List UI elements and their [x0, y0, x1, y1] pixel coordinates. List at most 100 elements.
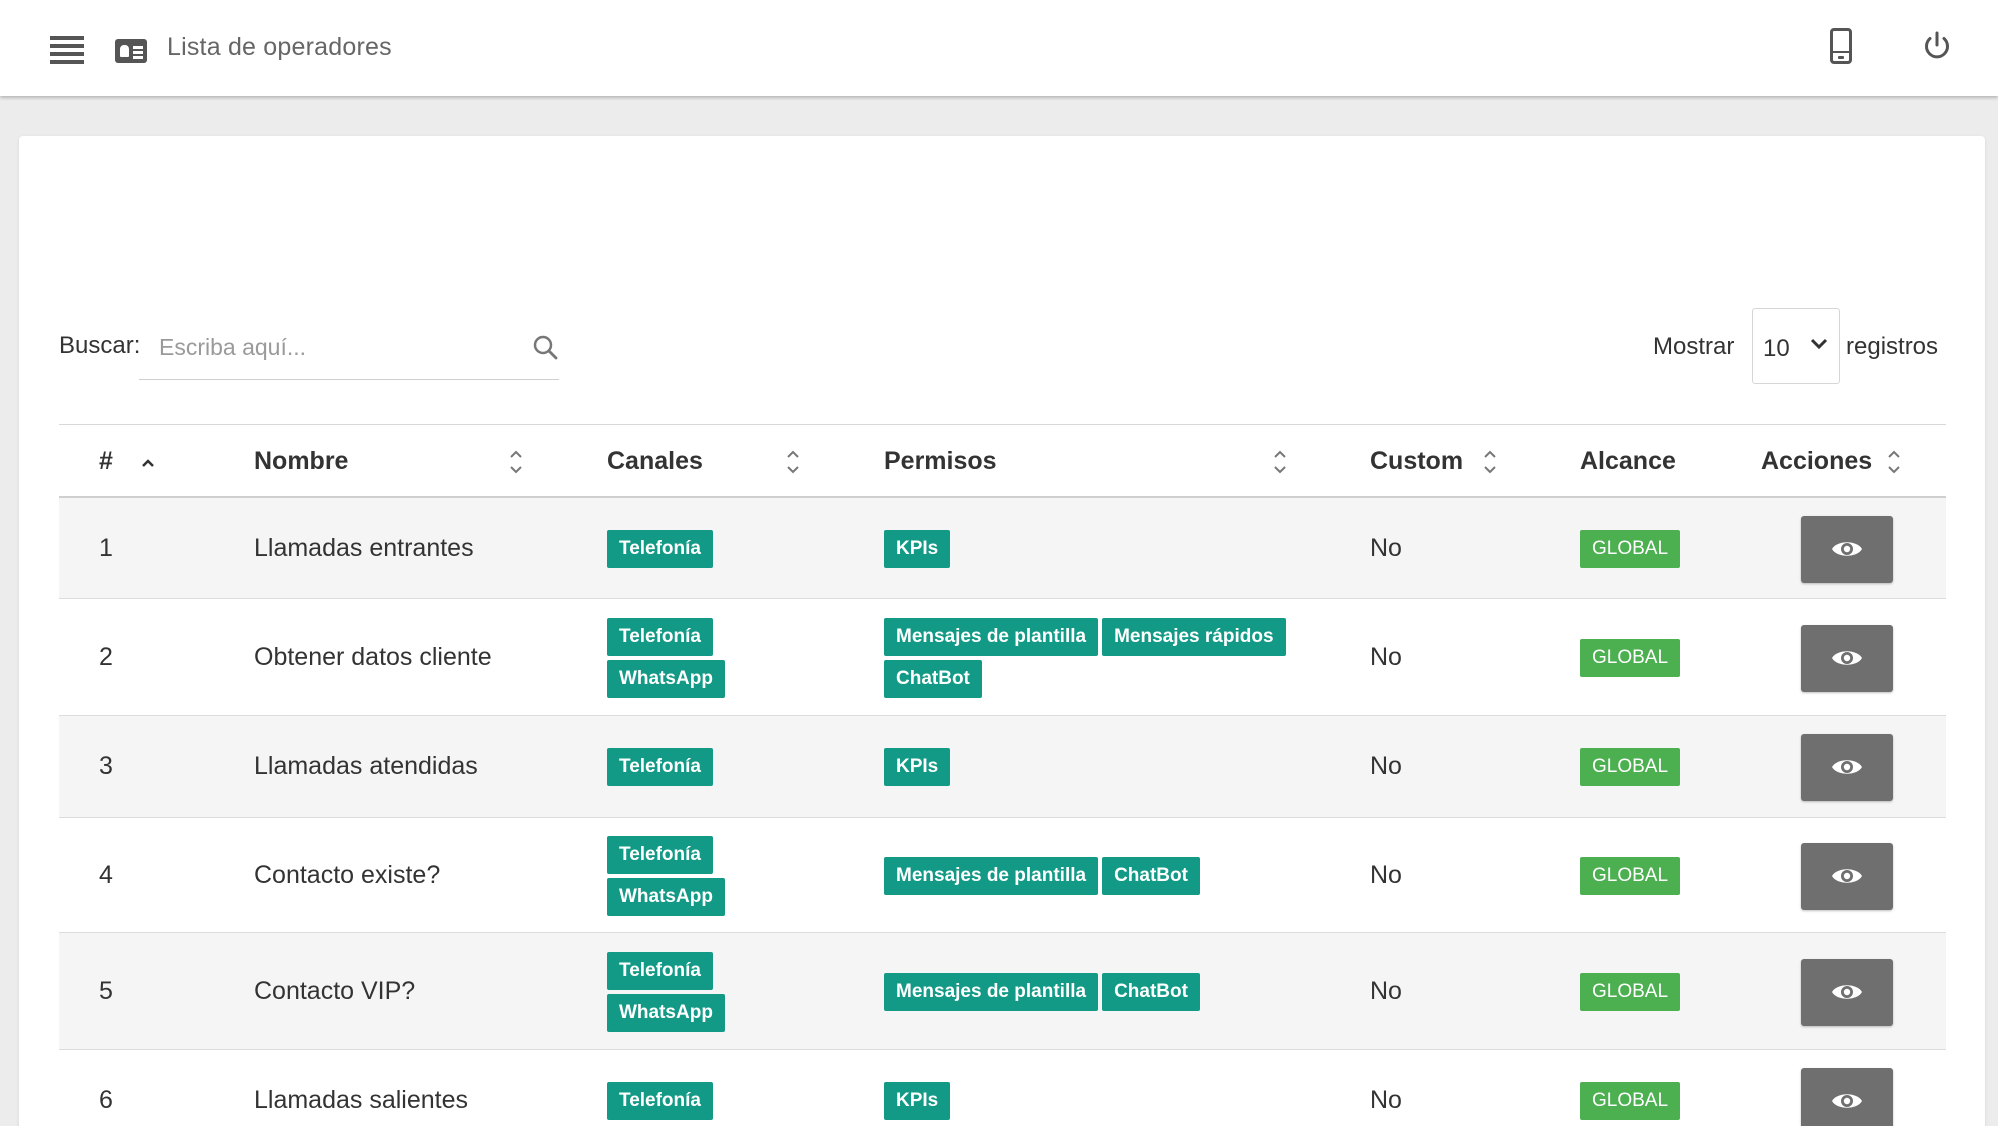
channel-badge: Telefonía — [607, 617, 713, 656]
top-bar: Lista de operadores — [0, 0, 1998, 96]
view-button[interactable] — [1801, 958, 1893, 1026]
table-body: 1 Llamadas entrantes Telefonía KPIs No GLOBAL… — [59, 498, 1946, 1126]
col-header-channels[interactable]: Canales — [607, 447, 703, 476]
channel-list: Telefonía WhatsApp — [607, 835, 827, 916]
power-icon[interactable] — [1921, 30, 1953, 62]
scope-badge: GLOBAL — [1580, 1081, 1681, 1120]
custom-value: No — [1370, 976, 1402, 1005]
permission-list: Mensajes de plantilla Mensajes rápidos Cha… — [884, 617, 1304, 698]
operator-name: Llamadas atendidas — [254, 752, 478, 780]
scope-badge: GLOBAL — [1580, 748, 1681, 786]
view-button[interactable] — [1801, 1067, 1893, 1126]
channel-badge: WhatsApp — [607, 659, 725, 698]
col-header-num[interactable]: # — [99, 447, 113, 476]
operator-name: Obtener datos cliente — [254, 642, 492, 671]
operator-name: Llamadas entrantes — [254, 533, 474, 562]
row-number: 5 — [99, 976, 113, 1005]
permission-badge: ChatBot — [1102, 972, 1200, 1011]
scope-badge: GLOBAL — [1580, 972, 1681, 1011]
col-header-scope: Alcance — [1580, 447, 1676, 475]
menu-icon[interactable] — [50, 36, 84, 64]
eye-icon — [1832, 868, 1862, 883]
sort-icon[interactable] — [507, 447, 525, 477]
eye-icon — [1832, 541, 1862, 556]
mobile-phone-icon[interactable] — [1830, 28, 1852, 64]
sort-icon[interactable] — [784, 447, 802, 477]
eye-icon — [1832, 984, 1862, 999]
col-header-actions[interactable]: Acciones — [1761, 447, 1872, 476]
permission-badge: Mensajes rápidos — [1102, 617, 1286, 656]
permission-badge: ChatBot — [1102, 856, 1200, 895]
col-header-name[interactable]: Nombre — [254, 447, 348, 476]
sort-icon[interactable] — [1885, 447, 1903, 477]
scope-badge: GLOBAL — [1580, 856, 1681, 895]
eye-icon — [1832, 760, 1862, 774]
row-number: 3 — [99, 752, 113, 780]
sort-asc-icon[interactable] — [139, 447, 157, 477]
sort-icon[interactable] — [1271, 447, 1289, 477]
channel-badge: Telefonía — [607, 1081, 713, 1120]
table-row: 1 Llamadas entrantes Telefonía KPIs No GLOBAL — [59, 498, 1946, 599]
custom-value: No — [1370, 1085, 1402, 1114]
row-number: 1 — [99, 533, 113, 562]
page-title: Lista de operadores — [167, 33, 392, 61]
page-size-value: 10 — [1763, 335, 1790, 362]
sort-icon[interactable] — [1481, 447, 1499, 477]
permission-badge: ChatBot — [884, 659, 982, 698]
channel-badge: Telefonía — [607, 951, 713, 990]
permission-badge: KPIs — [884, 529, 951, 568]
col-header-permissions[interactable]: Permisos — [884, 447, 997, 476]
channel-list: Telefonía WhatsApp — [607, 617, 827, 698]
view-button[interactable] — [1801, 624, 1893, 692]
eye-icon — [1832, 1093, 1862, 1108]
permission-list: KPIs — [884, 529, 1304, 568]
search-icon[interactable] — [532, 334, 560, 362]
permission-list: Mensajes de plantilla ChatBot — [884, 972, 1304, 1011]
search-input[interactable] — [159, 330, 499, 364]
show-label: Mostrar — [1653, 333, 1735, 360]
row-number: 2 — [99, 642, 113, 671]
operators-card: Buscar: Mostrar 10 registros # Nombre Ca… — [19, 136, 1985, 1126]
records-label: registros — [1846, 333, 1939, 360]
operator-name: Contacto VIP? — [254, 976, 416, 1005]
search-label: Buscar: — [59, 332, 141, 359]
search-box — [139, 312, 559, 380]
chevron-down-icon — [1810, 338, 1828, 350]
channel-list: Telefonía — [607, 748, 827, 786]
permission-list: KPIs — [884, 748, 1304, 786]
table-header: # Nombre Canales Permisos Custom Alcance… — [59, 424, 1946, 498]
permission-badge: KPIs — [884, 1081, 951, 1120]
row-number: 6 — [99, 1085, 113, 1114]
channel-badge: Telefonía — [607, 835, 713, 874]
custom-value: No — [1370, 642, 1402, 671]
custom-value: No — [1370, 533, 1402, 562]
channel-badge: WhatsApp — [607, 993, 725, 1032]
channel-badge: WhatsApp — [607, 877, 725, 916]
table-row: 5 Contacto VIP? Telefonía WhatsApp Mensajes … — [59, 933, 1946, 1050]
view-button[interactable] — [1801, 842, 1893, 910]
view-button[interactable] — [1801, 734, 1893, 801]
id-card-icon — [115, 39, 147, 63]
operators-table: # Nombre Canales Permisos Custom Alcance… — [59, 424, 1946, 1126]
permission-badge: KPIs — [884, 748, 951, 786]
channel-list: Telefonía — [607, 529, 827, 568]
permission-badge: Mensajes de plantilla — [884, 972, 1099, 1011]
scope-badge: GLOBAL — [1580, 638, 1681, 677]
row-number: 4 — [99, 860, 113, 889]
channel-list: Telefonía — [607, 1081, 827, 1120]
page-size-select[interactable]: 10 — [1752, 308, 1840, 384]
view-button[interactable] — [1801, 515, 1893, 583]
col-header-custom[interactable]: Custom — [1370, 447, 1463, 476]
table-row: 2 Obtener datos cliente Telefonía WhatsApp M… — [59, 599, 1946, 716]
channel-badge: Telefonía — [607, 529, 713, 568]
channel-list: Telefonía WhatsApp — [607, 951, 827, 1032]
custom-value: No — [1370, 860, 1402, 889]
permission-badge: Mensajes de plantilla — [884, 856, 1099, 895]
scope-badge: GLOBAL — [1580, 529, 1681, 568]
eye-icon — [1832, 650, 1862, 665]
table-row: 4 Contacto existe? Telefonía WhatsApp Mensaj… — [59, 818, 1946, 933]
permission-list: KPIs — [884, 1081, 1304, 1120]
operator-name: Contacto existe? — [254, 860, 441, 889]
table-row: 3 Llamadas atendidas Telefonía KPIs No GLOBAL — [59, 716, 1946, 818]
operator-name: Llamadas salientes — [254, 1085, 469, 1114]
